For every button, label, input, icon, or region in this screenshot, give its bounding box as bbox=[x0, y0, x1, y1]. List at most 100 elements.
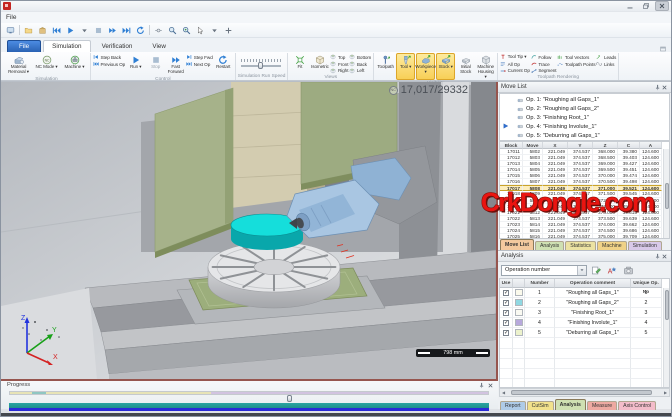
qat-review-button[interactable] bbox=[166, 24, 179, 37]
maximize-button[interactable] bbox=[639, 1, 653, 11]
previous-op-button[interactable]: Previous Op bbox=[93, 61, 125, 68]
segment-button[interactable]: Segment bbox=[531, 68, 557, 75]
op-number[interactable]: 5 bbox=[525, 328, 555, 338]
move-column-header[interactable]: Block bbox=[500, 142, 523, 149]
op-unique-number[interactable]: 2 bbox=[631, 298, 662, 308]
operation-tree-item[interactable]: Op. 1: "Roughing all Gaps_1" bbox=[500, 96, 669, 105]
close-button[interactable] bbox=[655, 1, 669, 11]
ribbon-tab-simulation[interactable]: Simulation bbox=[43, 40, 90, 52]
qat-run-button[interactable] bbox=[64, 24, 77, 37]
run-speed-slider[interactable] bbox=[238, 53, 284, 73]
analysis-table-scrollbar[interactable] bbox=[663, 288, 669, 387]
step-fwd-button[interactable]: Step Fwd bbox=[186, 54, 213, 61]
view-cube-button[interactable]: Left bbox=[349, 68, 371, 75]
close-icon[interactable] bbox=[487, 382, 494, 389]
analysis-column-header[interactable] bbox=[513, 279, 525, 288]
toolpath-button[interactable]: Toolpath bbox=[376, 53, 395, 80]
analysis-column-header[interactable]: Unique Op. No bbox=[631, 279, 662, 288]
run-speed-handle[interactable] bbox=[258, 62, 263, 69]
current-op-button[interactable]: Current Op bbox=[500, 68, 530, 75]
view-cube-button[interactable]: Front bbox=[330, 61, 348, 68]
dock-tab-move-list[interactable]: Move List bbox=[500, 239, 534, 250]
qat-fast-forward-button[interactable] bbox=[106, 24, 119, 37]
qat-next-op-button[interactable] bbox=[120, 24, 133, 37]
qat-dropdown-button[interactable] bbox=[208, 24, 221, 37]
op-unique-number[interactable]: 1 bbox=[631, 288, 662, 298]
operation-tree-item[interactable]: Op. 5: "Deburring all Gaps_1" bbox=[500, 131, 669, 140]
use-checkbox[interactable]: ✓ bbox=[503, 320, 509, 326]
pin-icon[interactable] bbox=[478, 382, 485, 389]
op-unique-number[interactable]: 3 bbox=[631, 308, 662, 318]
analysis-column-header[interactable]: Operation comment bbox=[555, 279, 631, 288]
qat-add-button[interactable] bbox=[222, 24, 235, 37]
move-column-header[interactable]: Move bbox=[523, 142, 543, 149]
pin-icon[interactable] bbox=[654, 253, 661, 260]
qat-open-button[interactable] bbox=[22, 24, 35, 37]
restart-button[interactable]: Restart bbox=[214, 53, 233, 76]
nc-mode-button[interactable]: NCNC Mode ▾ bbox=[33, 53, 60, 76]
dock-tab-analysis[interactable]: Analysis bbox=[555, 399, 586, 410]
qat-screen-button[interactable] bbox=[4, 24, 17, 37]
dock-tab-report[interactable]: Report bbox=[500, 401, 526, 410]
dock-tab-machine[interactable]: Machine bbox=[597, 241, 627, 250]
tool-button[interactable]: Tool ▾ bbox=[396, 53, 415, 80]
analysis-hscrollbar[interactable]: ◀▶ bbox=[499, 388, 670, 397]
op-comment[interactable]: "Finishing Root_1" bbox=[555, 308, 631, 318]
chevron-down-icon[interactable] bbox=[577, 266, 586, 275]
machine-housing-button[interactable]: Machine Housing ▾ bbox=[476, 53, 495, 80]
dock-tab-axis-control[interactable]: Axis Control bbox=[618, 401, 656, 410]
operation-tree-item[interactable]: Op. 4: "Finishing Involute_1" bbox=[500, 122, 669, 131]
move-column-header[interactable]: Z bbox=[593, 142, 618, 149]
move-column-header[interactable]: Y bbox=[568, 142, 593, 149]
dock-tab-simulation[interactable]: Simulation bbox=[628, 241, 662, 250]
ribbon-tab-verification[interactable]: Verification bbox=[93, 40, 142, 52]
auto-highlight-button[interactable]: A bbox=[606, 264, 619, 277]
dock-tab-measure[interactable]: Measure bbox=[587, 401, 617, 410]
file-menu[interactable]: File bbox=[6, 14, 16, 21]
trace-button[interactable]: Trace bbox=[531, 61, 557, 68]
move-column-header[interactable]: C bbox=[618, 142, 640, 149]
op-number[interactable]: 1 bbox=[525, 288, 555, 298]
fast-forward-button[interactable]: Fast Forward bbox=[166, 53, 185, 76]
qat-package-button[interactable] bbox=[36, 24, 49, 37]
op-comment[interactable]: "Roughing all Gaps_2" bbox=[555, 298, 631, 308]
tool-vectors-button[interactable]: Tool Vectors bbox=[557, 54, 595, 61]
qat-stop-button[interactable] bbox=[92, 24, 105, 37]
stop-button[interactable]: Stop bbox=[146, 53, 165, 76]
use-checkbox[interactable]: ✓ bbox=[503, 300, 509, 306]
move-table-scrollbar[interactable] bbox=[663, 149, 669, 238]
dock-tab-cutsim[interactable]: CutSim bbox=[527, 401, 554, 410]
analysis-column-header[interactable]: Use bbox=[500, 279, 513, 288]
use-checkbox[interactable]: ✓ bbox=[503, 330, 509, 336]
qat-restart-button[interactable] bbox=[134, 24, 147, 37]
view-cube-button[interactable]: Back bbox=[349, 61, 371, 68]
op-number[interactable]: 3 bbox=[525, 308, 555, 318]
toolpath-points-button[interactable]: Toolpath Points bbox=[557, 61, 595, 68]
view-cube-button[interactable]: Top bbox=[330, 54, 348, 61]
op-comment[interactable]: "Finishing Involute_1" bbox=[555, 318, 631, 328]
material-removal-button[interactable]: Material Removal ▾ bbox=[5, 53, 32, 76]
analysis-filter-select[interactable]: Operation number bbox=[501, 265, 587, 276]
next-op-button[interactable]: Next Op bbox=[186, 61, 213, 68]
stock-button[interactable]: Stock ▾ bbox=[436, 53, 455, 80]
qat-cursor-button[interactable] bbox=[194, 24, 207, 37]
report-edit-button[interactable] bbox=[590, 264, 603, 277]
analysis-column-header[interactable]: Number bbox=[525, 279, 555, 288]
qat-dropdown-button[interactable] bbox=[78, 24, 91, 37]
op-unique-number[interactable]: 5 bbox=[631, 328, 662, 338]
view-cube-button[interactable]: Right bbox=[330, 68, 348, 75]
follow-button[interactable]: Follow bbox=[531, 54, 557, 61]
ribbon-tab-view[interactable]: View bbox=[143, 40, 175, 52]
close-icon[interactable] bbox=[661, 253, 668, 260]
ribbon-collapse-icon[interactable] bbox=[659, 40, 667, 58]
run-button[interactable]: Run ▾ bbox=[126, 53, 145, 76]
move-column-header[interactable]: X bbox=[543, 142, 568, 149]
close-icon[interactable] bbox=[661, 84, 668, 91]
tool-tip-button[interactable]: Tool Tip ▾ bbox=[500, 54, 530, 61]
step-back-button[interactable]: Step Back bbox=[93, 54, 125, 61]
op-comment[interactable]: "Roughing all Gaps_1" bbox=[555, 288, 631, 298]
op-unique-number[interactable]: 4 bbox=[631, 318, 662, 328]
pin-icon[interactable] bbox=[654, 84, 661, 91]
machine-button[interactable]: Machine ▾ bbox=[61, 53, 88, 76]
operation-tree-item[interactable]: Op. 3: "Finishing Root_1" bbox=[500, 114, 669, 123]
